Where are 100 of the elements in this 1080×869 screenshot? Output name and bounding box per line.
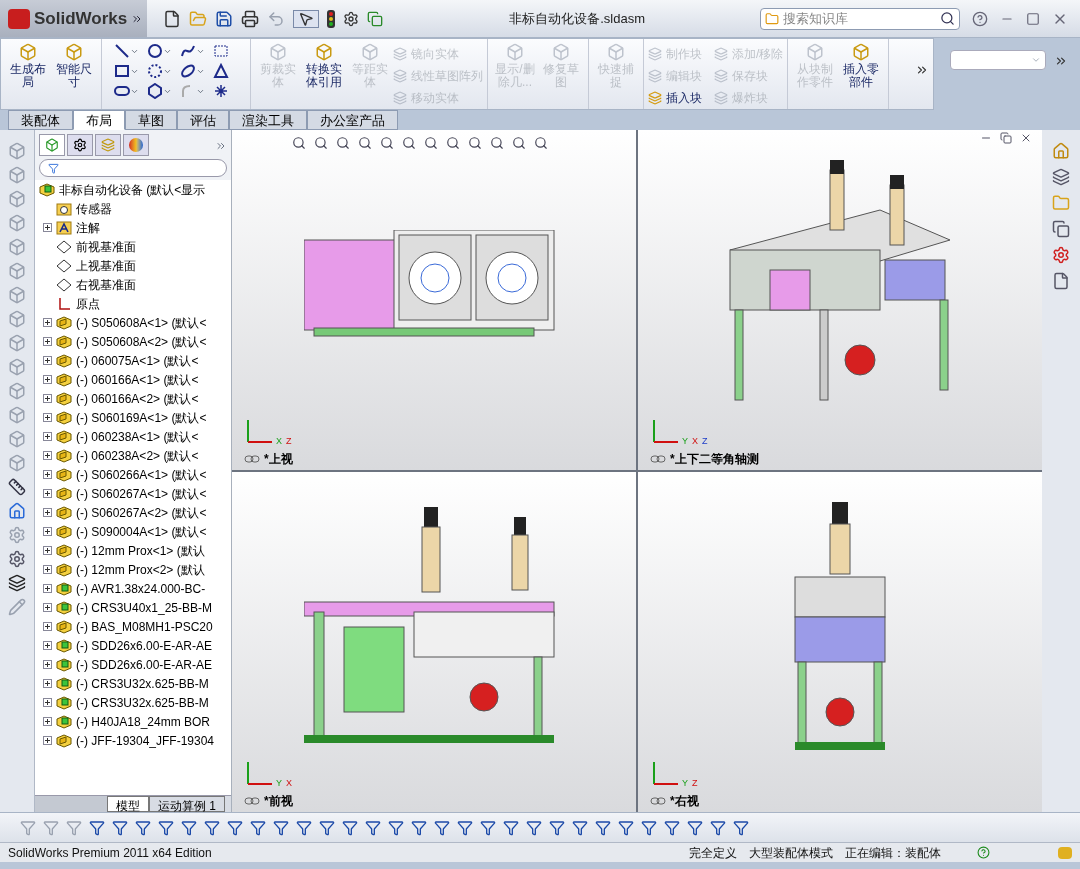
view-tool-icon[interactable] [490,136,504,150]
ribbon-button[interactable]: 插入零部件 [838,39,885,89]
save-icon[interactable] [215,9,234,28]
filter-field[interactable] [39,159,227,177]
selection-filter-icon[interactable] [549,819,565,836]
tree-item[interactable]: (-) 060166A<1> (默认< [76,370,199,389]
selection-filter-icon[interactable] [227,819,243,836]
expand-box-icon[interactable] [43,223,52,232]
expand-box-icon[interactable] [43,489,52,498]
tree-item[interactable]: (-) H40JA18_24mm BOR [76,712,211,731]
expand-box-icon[interactable] [43,698,52,707]
selection-filter-icon[interactable] [158,819,174,836]
selection-filter-icon[interactable] [365,819,381,836]
viewport-pane[interactable]: Y X Z *上下二等角轴测 [638,130,1042,470]
tree-item[interactable]: 前视基准面 [76,237,136,256]
view-tool-icon[interactable] [468,136,482,150]
expand-box-icon[interactable] [43,337,52,346]
tree-item[interactable]: 上视基准面 [76,256,136,275]
expand-box-icon[interactable] [43,622,52,631]
view-tool-icon[interactable] [336,136,350,150]
command-tab[interactable]: 装配体 [8,110,73,130]
tree-item[interactable]: (-) 12mm Prox<1> (默认 [76,541,205,560]
selection-filter-icon[interactable] [204,819,220,836]
tree-item[interactable]: 注解 [76,218,100,237]
more-icon[interactable] [915,63,929,77]
command-tab[interactable]: 布局 [73,110,125,130]
expand-box-icon[interactable] [43,318,52,327]
more-icon[interactable] [215,140,227,152]
expand-box-icon[interactable] [43,546,52,555]
sketch-tool-icon[interactable] [180,63,196,79]
expand-box-icon[interactable] [43,375,52,384]
expand-box-icon[interactable] [43,470,52,479]
model-tab[interactable]: 模型 [107,796,149,812]
selection-filter-icon[interactable] [342,819,358,836]
sketch-tool-icon[interactable] [147,43,163,59]
tree-item[interactable]: (-) AVR1.38x24.000-BC- [76,579,206,598]
view-tool-icon[interactable] [512,136,526,150]
view-tool-icon[interactable] [292,136,306,150]
selection-filter-icon[interactable] [595,819,611,836]
sketch-tool-icon[interactable] [114,83,130,99]
expand-box-icon[interactable] [43,641,52,650]
selection-filter-icon[interactable] [388,819,404,836]
new-document-icon[interactable] [163,9,182,28]
selection-filter-icon[interactable] [89,819,105,836]
ribbon-button[interactable]: 插入块 [648,87,702,109]
selection-filter-icon[interactable] [664,819,680,836]
sketch-tool-icon[interactable] [213,63,229,79]
tree-item[interactable]: (-) CRS3U32x.625-BB-M [76,674,209,693]
tree-item[interactable]: (-) S090004A<1> (默认< [76,522,207,541]
viewport-pane[interactable]: X Z *上视 [232,130,636,470]
tree-item[interactable]: 原点 [76,294,100,313]
tree-item[interactable]: (-) S060266A<1> (默认< [76,465,207,484]
selection-filter-icon[interactable] [319,819,335,836]
sketch-tool-icon[interactable] [147,63,163,79]
expand-box-icon[interactable] [43,451,52,460]
tree-item[interactable]: (-) S060267A<2> (默认< [76,503,207,522]
tree-item[interactable]: (-) 12mm Prox<2> (默认 [76,560,205,579]
tree-item[interactable]: 非标自动化设备 (默认<显示 [39,180,231,199]
more-icon[interactable] [1054,54,1068,68]
view-tool-icon[interactable] [314,136,328,150]
selection-filter-icon[interactable] [250,819,266,836]
expand-box-icon[interactable] [43,432,52,441]
tree-item[interactable]: 右视基准面 [76,275,136,294]
view-tool-icon[interactable] [402,136,416,150]
help-icon[interactable] [977,846,990,859]
print-icon[interactable] [241,9,260,28]
search-input[interactable]: 搜索知识库 [783,8,936,29]
ribbon-button[interactable]: 智能尺寸 [51,39,97,89]
selection-filter-icon[interactable] [503,819,519,836]
selection-filter-icon[interactable] [687,819,703,836]
tree-item[interactable]: (-) 060238A<2> (默认< [76,446,199,465]
view-tool-icon[interactable] [358,136,372,150]
command-tab[interactable]: 评估 [177,110,229,130]
viewport-pane[interactable]: Y Z *右视 [638,472,1042,812]
view-tool-icon[interactable] [424,136,438,150]
expand-box-icon[interactable] [43,736,52,745]
selection-filter-icon[interactable] [457,819,473,836]
gear-icon[interactable] [8,550,26,568]
tree-item[interactable]: (-) SDD26x6.00-E-AR-AE [76,655,213,674]
ribbon-button[interactable]: 生成布局 [5,39,51,89]
restore-icon[interactable] [1000,132,1012,144]
command-tab[interactable]: 草图 [125,110,177,130]
selection-filter-icon[interactable] [710,819,726,836]
appearance-tab-icon[interactable] [123,134,149,156]
command-tab[interactable]: 渲染工具 [229,110,307,130]
expand-box-icon[interactable] [43,394,52,403]
tree-item[interactable]: (-) CRS3U32x.625-BB-M [76,693,209,712]
expand-box-icon[interactable] [43,527,52,536]
sketch-tool-icon[interactable] [114,43,130,59]
maximize-icon[interactable] [1026,11,1040,26]
expand-box-icon[interactable] [43,679,52,688]
search-field[interactable]: 搜索知识库 [760,7,960,30]
tree-item[interactable]: (-) BAS_M08MH1-PSC20 [76,617,213,636]
view-tool-icon[interactable] [534,136,548,150]
selection-filter-icon[interactable] [296,819,312,836]
viewport-pane[interactable]: Y X *前视 [232,472,636,812]
selection-filter-icon[interactable] [434,819,450,836]
view-tool-icon[interactable] [380,136,394,150]
selection-filter-icon[interactable] [135,819,151,836]
selection-filter-icon[interactable] [618,819,634,836]
